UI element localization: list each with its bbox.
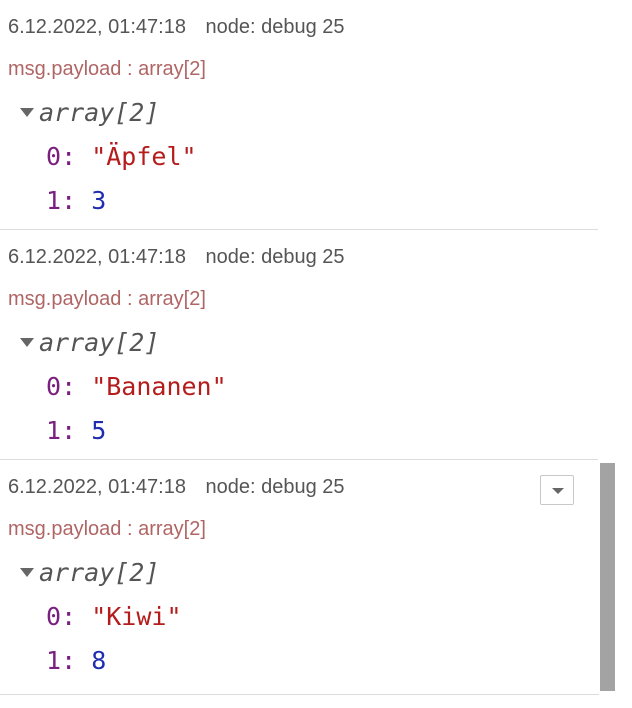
tree-value[interactable]: 3 (91, 186, 106, 215)
message-node-link[interactable]: node: debug 25 (206, 16, 345, 38)
tree-colon: : (61, 416, 77, 445)
message-timestamp: 6.12.2022, 01:47:18 (8, 246, 186, 268)
tree-row: 1: 5 (46, 416, 106, 445)
tree-label: array[2] (39, 328, 160, 357)
dropdown-menu-icon (552, 488, 564, 494)
tree-key: 1 (46, 186, 62, 215)
tree-value[interactable]: "Kiwi" (91, 602, 181, 631)
panel-edge (616, 0, 632, 708)
debug-message[interactable]: 6.12.2022, 01:47:18 node: debug 25 msg.p… (0, 0, 598, 230)
debug-message[interactable]: 6.12.2022, 01:47:18 node: debug 25 msg.p… (0, 460, 598, 689)
message-timestamp: 6.12.2022, 01:47:18 (8, 16, 186, 38)
tree-colon: : (61, 602, 77, 631)
message-meta: 6.12.2022, 01:47:18 node: debug 25 (8, 476, 345, 499)
tree-colon: : (61, 372, 77, 401)
tree-key: 0 (46, 602, 62, 631)
tree-colon: : (61, 186, 77, 215)
tree-value[interactable]: "Äpfel" (91, 142, 196, 171)
tree-row: 1: 3 (46, 186, 106, 215)
debug-panel: 6.12.2022, 01:47:18 node: debug 25 msg.p… (0, 0, 632, 708)
tree-row: 0: "Äpfel" (46, 142, 197, 171)
caret-down-icon[interactable] (20, 567, 34, 577)
scrollbar-thumb[interactable] (600, 463, 615, 691)
tree-label: array[2] (39, 558, 160, 587)
message-meta: 6.12.2022, 01:47:18 node: debug 25 (8, 246, 345, 269)
caret-down-icon[interactable] (20, 107, 34, 117)
tree-value[interactable]: 8 (91, 646, 106, 675)
tree-toggle[interactable]: array[2] (20, 558, 159, 587)
caret-down-icon[interactable] (20, 337, 34, 347)
message-timestamp: 6.12.2022, 01:47:18 (8, 476, 186, 498)
message-menu-button[interactable] (540, 475, 574, 505)
tree-key: 0 (46, 142, 62, 171)
tree-row: 1: 8 (46, 646, 106, 675)
message-topic: msg.payload : array[2] (8, 518, 206, 540)
tree-value[interactable]: "Bananen" (91, 372, 226, 401)
message-node-link[interactable]: node: debug 25 (206, 246, 345, 268)
tree-row: 0: "Kiwi" (46, 602, 182, 631)
message-topic: msg.payload : array[2] (8, 58, 206, 80)
message-meta: 6.12.2022, 01:47:18 node: debug 25 (8, 16, 345, 39)
message-node-link[interactable]: node: debug 25 (206, 476, 345, 498)
debug-message-list[interactable]: 6.12.2022, 01:47:18 node: debug 25 msg.p… (0, 0, 599, 695)
tree-toggle[interactable]: array[2] (20, 328, 159, 357)
tree-row: 0: "Bananen" (46, 372, 227, 401)
tree-key: 1 (46, 416, 62, 445)
tree-value[interactable]: 5 (91, 416, 106, 445)
tree-label: array[2] (39, 98, 160, 127)
tree-key: 1 (46, 646, 62, 675)
message-topic: msg.payload : array[2] (8, 288, 206, 310)
tree-colon: : (61, 646, 77, 675)
tree-key: 0 (46, 372, 62, 401)
debug-message[interactable]: 6.12.2022, 01:47:18 node: debug 25 msg.p… (0, 230, 598, 460)
tree-toggle[interactable]: array[2] (20, 98, 159, 127)
tree-colon: : (61, 142, 77, 171)
